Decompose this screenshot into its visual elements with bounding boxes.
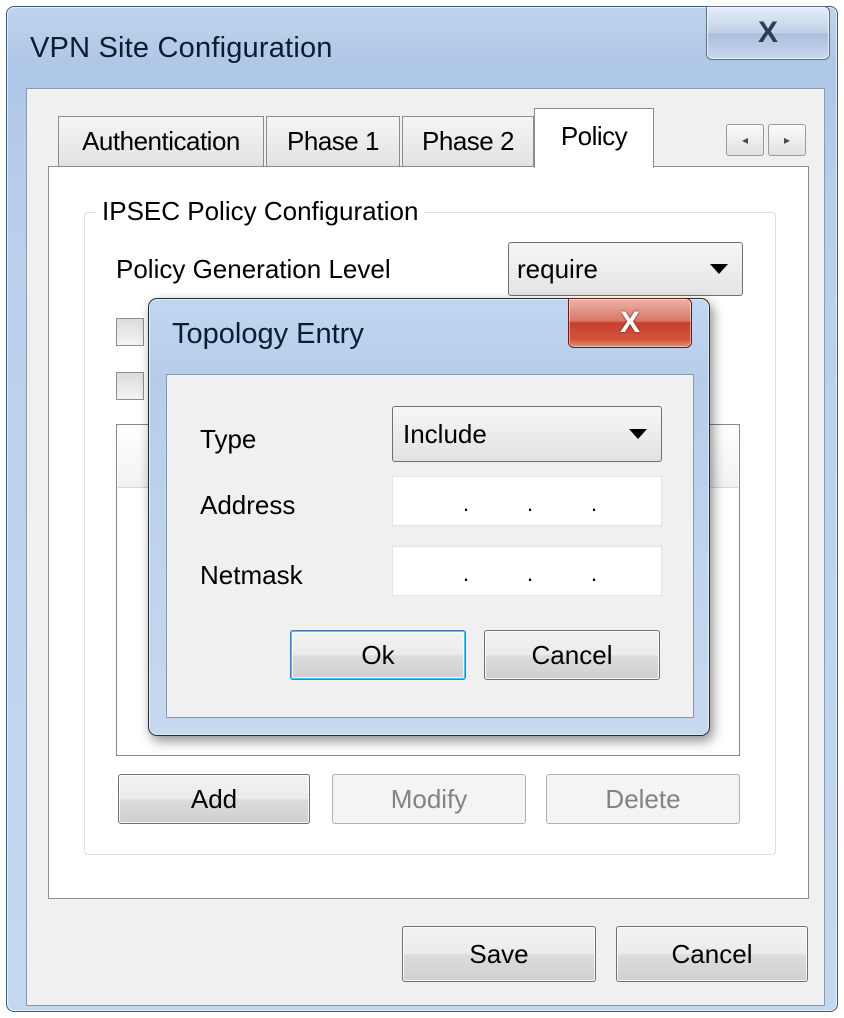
ip-separator: . (591, 561, 598, 586)
button-label: Add (190, 783, 238, 814)
tab-label: Authentication (82, 126, 240, 156)
ip-separator: . (527, 561, 534, 586)
address-label: Address (200, 490, 296, 520)
tab-scroll-buttons: ◂ ▸ (726, 124, 806, 156)
modify-button[interactable]: Modify (332, 774, 526, 824)
dialog-close-button[interactable]: X (568, 298, 692, 348)
ok-button[interactable]: Ok (290, 630, 466, 680)
dialog-title: Topology Entry (172, 318, 364, 350)
tab-scroll-left-button[interactable]: ◂ (726, 124, 764, 156)
group-title: IPSEC Policy Configuration (96, 196, 425, 227)
save-button[interactable]: Save (402, 926, 596, 982)
policy-checkbox-2[interactable] (116, 372, 144, 400)
button-label: Modify (390, 783, 468, 814)
policy-checkbox-1[interactable] (116, 318, 144, 346)
window-title: VPN Site Configuration (30, 32, 333, 64)
tab-phase-2[interactable]: Phase 2 (402, 116, 534, 166)
select-value: Include (403, 418, 487, 449)
add-button[interactable]: Add (118, 774, 310, 824)
tab-label: Policy (560, 121, 628, 151)
tab-policy[interactable]: Policy (534, 108, 654, 168)
dialog-cancel-button[interactable]: Cancel (484, 630, 660, 680)
tab-phase-1[interactable]: Phase 1 (266, 116, 400, 166)
tab-label: Phase 1 (287, 126, 379, 156)
arrow-right-icon: ▸ (783, 133, 791, 147)
arrow-left-icon: ◂ (741, 133, 749, 147)
ip-separator: . (527, 491, 534, 516)
netmask-label: Netmask (200, 560, 303, 590)
tab-label: Phase 2 (422, 126, 514, 156)
policy-generation-level-select[interactable]: require (508, 242, 743, 296)
netmask-ip-input[interactable]: . . . (392, 546, 662, 596)
select-value: require (517, 253, 598, 284)
button-label: Cancel (531, 639, 613, 670)
window-close-button[interactable]: X (706, 6, 830, 60)
button-label: Cancel (671, 938, 753, 969)
button-label: Delete (605, 783, 681, 814)
cancel-button[interactable]: Cancel (616, 926, 808, 982)
type-label: Type (200, 424, 257, 454)
tab-scroll-right-button[interactable]: ▸ (768, 124, 806, 156)
chevron-down-icon (710, 264, 728, 274)
address-ip-input[interactable]: . . . (392, 476, 662, 526)
type-select[interactable]: Include (392, 406, 662, 462)
chevron-down-icon (629, 429, 647, 439)
tab-authentication[interactable]: Authentication (58, 116, 264, 166)
button-label: Ok (361, 639, 395, 670)
button-label: Save (469, 938, 529, 969)
ip-separator: . (463, 561, 470, 586)
close-icon: X (757, 16, 778, 49)
policy-generation-level-label: Policy Generation Level (116, 254, 391, 284)
delete-button[interactable]: Delete (546, 774, 740, 824)
ip-separator: . (591, 491, 598, 516)
ip-separator: . (463, 491, 470, 516)
close-icon: X (619, 306, 640, 339)
